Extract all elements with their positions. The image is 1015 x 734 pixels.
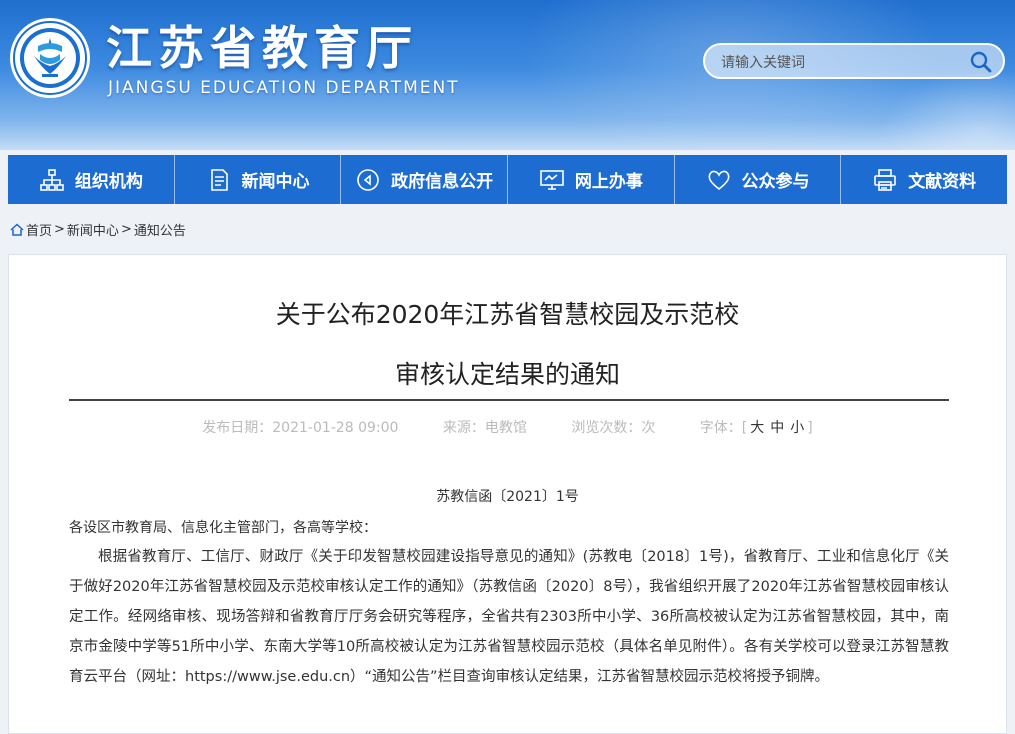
nav-item-label: 公众参与 [741,172,810,192]
nav-item-online-service[interactable]: 网上办事 [508,155,675,204]
search-box [703,43,1005,79]
article-salutation: 各设区市教育局、信息化主管部门，各高等学校： [69,520,377,536]
nav-item-news[interactable]: 新闻中心 [175,155,342,204]
font-size-selector: 字体：[大中小] [700,420,813,436]
breadcrumb-link-notices[interactable]: 通知公告 [134,220,186,239]
education-emblem-icon[interactable] [8,16,92,100]
nav-item-documents[interactable]: 文献资料 [841,155,1007,204]
title-divider [69,399,949,401]
font-size-medium-button[interactable]: 中 [767,420,787,436]
breadcrumb-separator: > [120,222,132,237]
publish-date: 发布日期：2021-01-28 09:00 [202,420,399,436]
breadcrumb-home-link[interactable]: 首页 [26,220,52,239]
nav-item-organization[interactable]: 组织机构 [8,155,175,204]
site-header: 江苏省教育厅 JIANGSU EDUCATION DEPARTMENT [0,0,1015,150]
nav-item-label: 新闻中心 [241,172,310,192]
play-circle-icon [355,167,381,193]
article-title: 关于公布2020年江苏省智慧校园及示范校 [275,300,740,329]
search-input[interactable] [719,51,963,75]
article-meta: 发布日期：2021-01-28 09:00 来源：电教馆 浏览次数：次 字体：[… [9,417,1006,437]
site-title: 江苏省教育厅 [106,21,418,75]
site-subtitle: JIANGSU EDUCATION DEPARTMENT [108,78,460,98]
article-container: 关于公布2020年江苏省智慧校园及示范校 审核认定结果的通知 发布日期：2021… [8,254,1007,734]
main-nav: 组织机构 新闻中心 政府信息公开 网上办事 公众参与 文献资料 [8,155,1007,204]
font-size-bracket: ] [807,420,813,436]
monitor-icon [539,167,565,193]
article-source: 来源：电教馆 [442,420,527,436]
nav-item-public-participation[interactable]: 公众参与 [675,155,842,204]
document-icon [206,167,232,193]
font-size-large-button[interactable]: 大 [747,420,767,436]
home-icon [10,223,24,236]
view-count: 浏览次数：次 [571,420,656,436]
printer-icon [872,167,898,193]
heart-icon [706,167,732,193]
font-size-small-button[interactable]: 小 [787,420,807,436]
breadcrumb-link-news[interactable]: 新闻中心 [67,220,119,239]
document-number: 苏教信函〔2021〕1号 [436,489,579,505]
nav-item-label: 政府信息公开 [391,172,494,192]
breadcrumb: 首页 > 新闻中心 > 通知公告 [10,220,186,239]
breadcrumb-separator: > [54,222,65,237]
nav-item-label: 组织机构 [74,172,143,192]
font-size-label: 字体：[ [699,420,748,436]
header-glow [880,70,1015,150]
nav-item-gov-info[interactable]: 政府信息公开 [341,155,509,204]
search-icon[interactable] [969,50,993,74]
nav-item-label: 文献资料 [908,172,977,192]
article-title: 审核认定结果的通知 [394,360,620,389]
org-chart-icon [39,167,65,193]
nav-item-label: 网上办事 [574,172,643,192]
article-body-paragraph: 根据省教育厅、工信厅、财政厅《关于印发智慧校园建设指导意见的通知》(苏教电〔20… [69,549,949,685]
